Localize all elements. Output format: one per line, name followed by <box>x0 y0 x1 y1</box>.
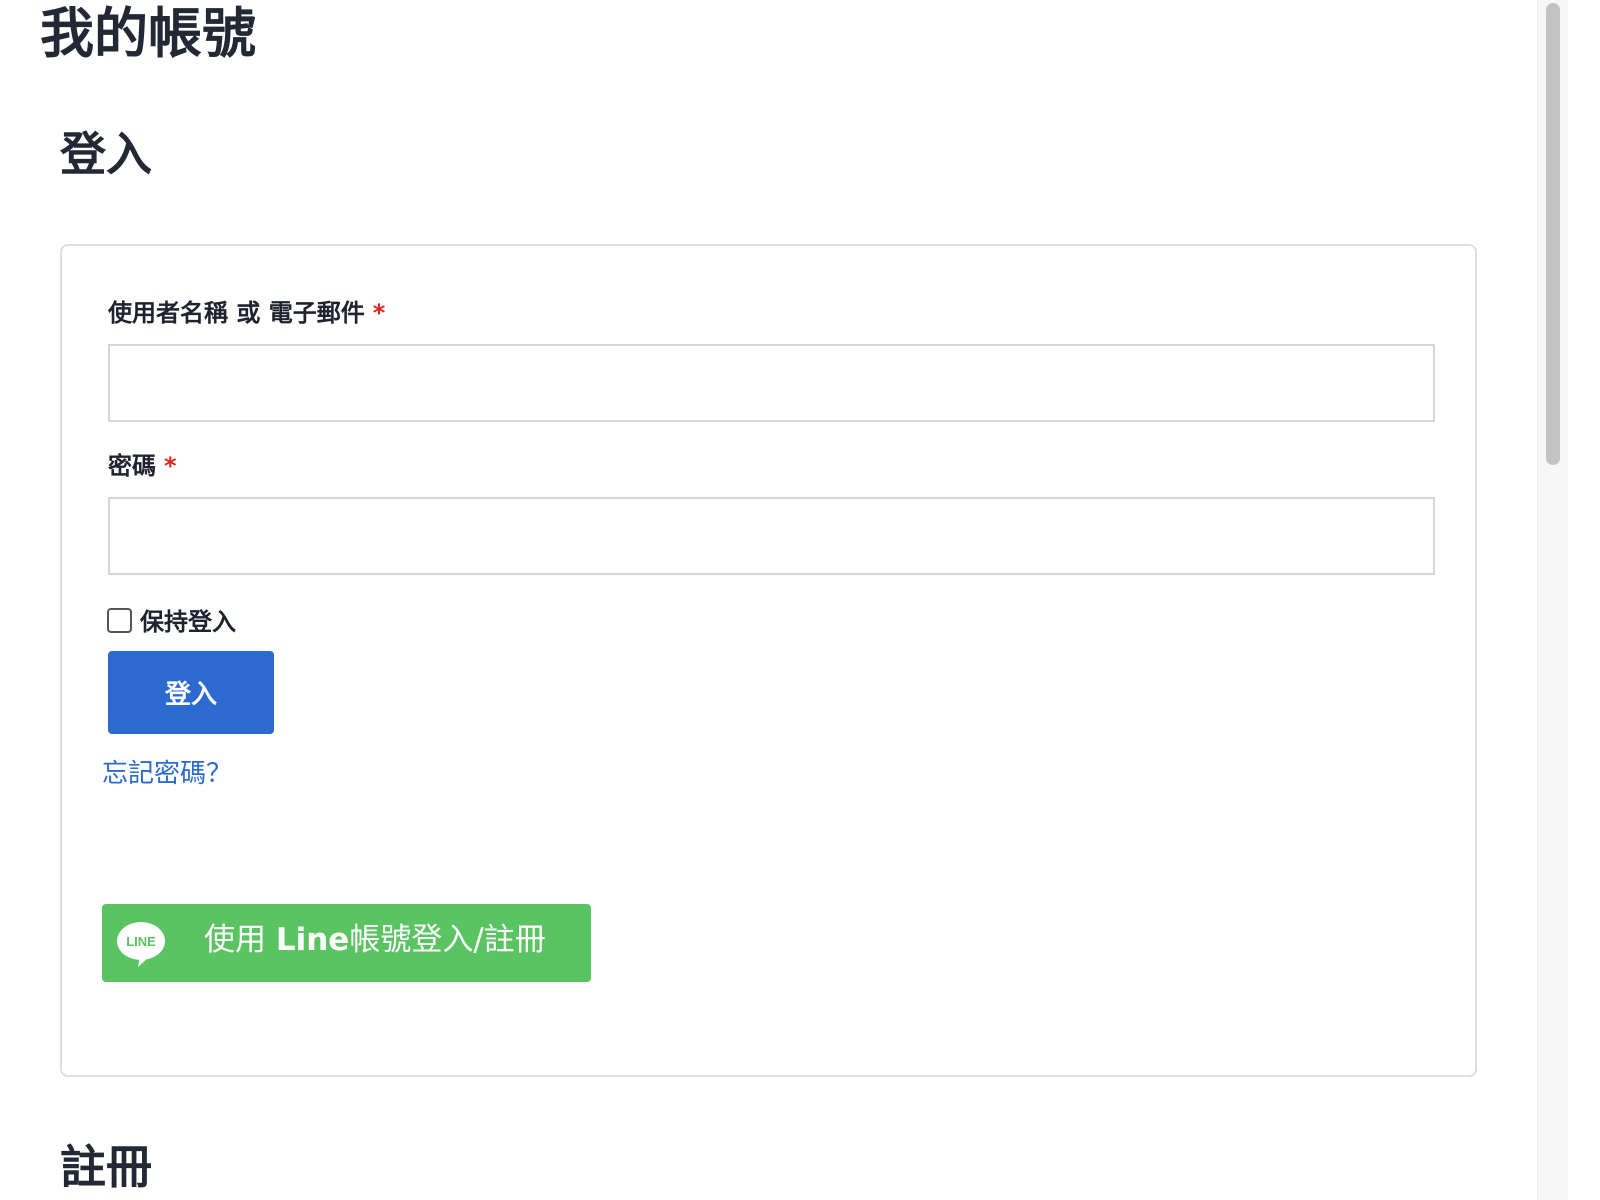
remember-me-label[interactable]: 保持登入 <box>140 608 236 637</box>
line-logo-icon: LINE <box>117 922 165 967</box>
remember-me-checkbox[interactable] <box>107 608 132 633</box>
login-form-card: 使用者名稱 或 電子郵件 * 密碼 * 保持登入 登入 忘記密碼？ LINE 使用 … <box>60 244 1477 1077</box>
forgot-password-link[interactable]: 忘記密碼？ <box>102 759 232 790</box>
line-label-brand: Line <box>275 922 350 958</box>
login-heading: 登入 <box>60 127 152 181</box>
username-required-mark: * <box>372 299 386 327</box>
line-label-suffix: 帳號登入/註冊 <box>349 922 546 958</box>
username-label-text: 使用者名稱 或 電子郵件 <box>108 299 365 327</box>
line-login-label: 使用 Line帳號登入/註冊 <box>204 922 546 959</box>
username-label: 使用者名稱 或 電子郵件 * <box>108 299 385 328</box>
password-label: 密碼 * <box>108 452 177 481</box>
line-logo-text: LINE <box>126 934 156 949</box>
scrollbar-thumb[interactable] <box>1546 3 1560 465</box>
register-heading: 註冊 <box>60 1140 152 1194</box>
line-login-button[interactable]: LINE 使用 Line帳號登入/註冊 <box>102 904 591 982</box>
password-label-text: 密碼 <box>108 452 156 480</box>
login-button[interactable]: 登入 <box>108 651 274 734</box>
scrollbar[interactable] <box>1537 0 1568 1200</box>
username-input[interactable] <box>108 344 1435 422</box>
password-required-mark: * <box>164 452 177 480</box>
password-input[interactable] <box>108 497 1435 575</box>
line-label-prefix: 使用 <box>204 922 276 958</box>
page-title: 我的帳號 <box>40 2 256 65</box>
